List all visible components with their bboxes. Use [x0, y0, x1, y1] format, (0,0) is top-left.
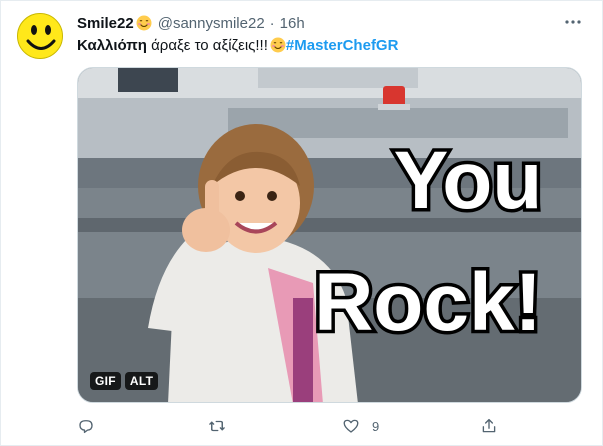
more-horizontal-icon [565, 20, 581, 24]
tweet-card[interactable]: Smile22 @sannysmile22 · 16h Καλλιόπη άρα… [0, 0, 603, 446]
tweet-header: Smile22 @sannysmile22 · 16h [77, 13, 586, 33]
avatar[interactable] [17, 13, 63, 59]
smiling-face-emoji-icon [270, 37, 286, 53]
separator-dot: · [269, 14, 275, 32]
smiley-face-icon [18, 14, 62, 58]
retweet-icon [209, 420, 225, 432]
tweet-text: Καλλιόπη άραξε το αξίζεις!!! #MasterChef… [77, 36, 586, 56]
caption-line-1: You [394, 135, 543, 226]
like-count: 9 [372, 418, 380, 434]
reply-icon [79, 420, 93, 434]
gif-badge: GIF [90, 372, 121, 390]
user-handle[interactable]: @sannysmile22 [158, 15, 265, 32]
share-icon [482, 418, 496, 433]
tweet-body: άραξε το αξίζεις!!! [146, 37, 268, 54]
mentioned-name: Καλλιόπη [77, 37, 147, 54]
hashtag-link[interactable]: #MasterChefGR [286, 37, 399, 54]
alt-badge[interactable]: ALT [124, 372, 159, 390]
heart-icon [343, 419, 359, 433]
display-name[interactable]: Smile22 [77, 15, 134, 32]
tweet-actions: 9 [77, 415, 507, 437]
smiling-face-emoji-icon [136, 15, 152, 31]
more-options-button[interactable] [562, 11, 584, 33]
caption-line-2: Rock! [314, 257, 542, 348]
retweet-button[interactable] [208, 415, 238, 437]
like-button[interactable]: 9 [342, 415, 379, 437]
reply-button[interactable] [77, 415, 107, 437]
gif-media[interactable]: You Rock! GIF ALT [77, 67, 582, 403]
share-button[interactable] [480, 415, 510, 437]
gif-scene: You Rock! [78, 68, 581, 402]
timestamp[interactable]: 16h [280, 15, 305, 32]
media-badges: GIF ALT [90, 372, 159, 390]
